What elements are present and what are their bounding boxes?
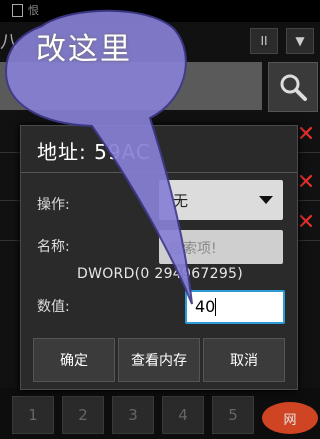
battery-icon [12, 4, 23, 17]
dialog-title: 地址: 59AC [37, 140, 151, 164]
name-input[interactable]: 搜索项! [159, 230, 283, 264]
annotation-text: 改这里 [36, 32, 132, 67]
edit-dialog: 地址: 59AC 操作: 无 名称: 搜索项! DWORD(0 29496729… [20, 125, 298, 390]
value-range-hint: DWORD(0 294967295) [77, 266, 243, 282]
numpad-key[interactable]: 5 [212, 396, 254, 434]
numpad-key[interactable]: 3 [112, 396, 154, 434]
chevron-down-icon [259, 196, 273, 204]
name-label: 名称: [37, 239, 70, 255]
numpad-key[interactable]: 4 [162, 396, 204, 434]
text-caret [215, 298, 216, 316]
value-text: 40 [195, 297, 216, 316]
value-label: 数值: [37, 299, 70, 315]
numpad-key[interactable]: 2 [62, 396, 104, 434]
watermark-logo: 网 [262, 402, 318, 434]
pause-button[interactable]: II [250, 28, 278, 54]
divider [21, 172, 297, 173]
app-title-fragment: 八 [0, 32, 18, 53]
status-bar: 恨 [0, 0, 320, 22]
operation-dropdown[interactable]: 无 [159, 180, 283, 220]
cancel-button[interactable]: 取消 [203, 338, 285, 382]
search-button[interactable] [268, 62, 318, 112]
operation-value: 无 [173, 192, 189, 210]
search-field[interactable] [0, 62, 262, 110]
numpad-key[interactable]: 1 [12, 396, 54, 434]
operation-label: 操作: [37, 197, 70, 213]
status-text: 恨 [28, 4, 39, 17]
search-icon [280, 74, 307, 101]
ok-button[interactable]: 确定 [33, 338, 115, 382]
value-input[interactable]: 40 [185, 290, 285, 324]
collapse-button[interactable]: ▼ [286, 28, 314, 54]
name-placeholder: 搜索项! [169, 241, 217, 257]
view-memory-button[interactable]: 查看内存 [118, 338, 200, 382]
